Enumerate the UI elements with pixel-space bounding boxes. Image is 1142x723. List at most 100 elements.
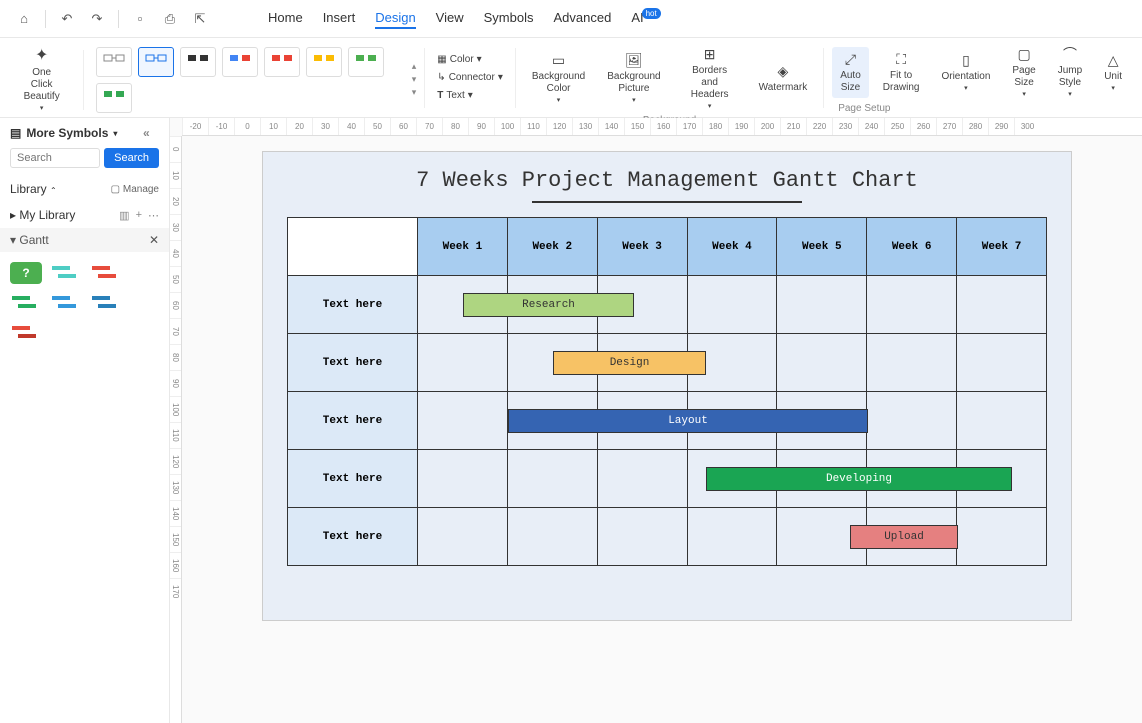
gantt-cell[interactable] xyxy=(597,276,687,334)
tab-view[interactable]: View xyxy=(436,8,464,29)
auto-size-button[interactable]: ⤢Auto Size xyxy=(832,47,869,98)
borders-button[interactable]: ⊞Borders and Headers▾ xyxy=(675,42,745,115)
watermark-button[interactable]: ◈Watermark xyxy=(751,59,816,98)
gantt-row-label[interactable]: Text here xyxy=(288,392,418,450)
my-library-item[interactable]: ▸ My Library xyxy=(10,208,75,222)
gantt-cell[interactable] xyxy=(507,508,597,566)
canvas[interactable]: 7 Weeks Project Management Gantt Chart W… xyxy=(182,136,1142,723)
gantt-cell[interactable]: Layout xyxy=(418,392,508,450)
gantt-cell[interactable] xyxy=(597,392,687,450)
gantt-cell[interactable]: Design xyxy=(418,334,508,392)
export-icon[interactable]: ⇱ xyxy=(188,7,212,31)
gantt-cell[interactable] xyxy=(957,508,1047,566)
beautify-up-icon[interactable]: ▴ xyxy=(412,61,417,72)
more-symbols-label[interactable]: More Symbols xyxy=(26,126,108,140)
gantt-col-header[interactable]: Week 6 xyxy=(867,218,957,276)
lib-grid-icon[interactable]: ▥ xyxy=(119,209,129,222)
tab-advanced[interactable]: Advanced xyxy=(553,8,611,29)
close-section-icon[interactable]: ✕ xyxy=(149,233,159,247)
beautify-style-8[interactable] xyxy=(96,83,132,113)
gantt-col-header[interactable]: Week 2 xyxy=(507,218,597,276)
beautify-style-6[interactable] xyxy=(306,47,342,77)
gantt-col-header[interactable]: Week 1 xyxy=(418,218,508,276)
gantt-col-header[interactable]: Week 5 xyxy=(777,218,867,276)
gantt-cell[interactable] xyxy=(867,508,957,566)
gantt-cell[interactable] xyxy=(687,334,777,392)
gantt-cell[interactable] xyxy=(957,450,1047,508)
lib-more-icon[interactable]: ⋯ xyxy=(148,209,159,222)
gantt-cell[interactable] xyxy=(687,392,777,450)
search-button[interactable]: Search xyxy=(104,148,159,168)
bg-color-button[interactable]: ▭Background Color▾ xyxy=(524,48,593,109)
gantt-cell[interactable] xyxy=(597,450,687,508)
gantt-cell[interactable] xyxy=(867,392,957,450)
gantt-row-label[interactable]: Text here xyxy=(288,508,418,566)
gantt-cell[interactable] xyxy=(867,450,957,508)
search-input[interactable] xyxy=(10,148,100,168)
beautify-style-7[interactable] xyxy=(348,47,384,77)
gantt-col-header[interactable]: Week 4 xyxy=(687,218,777,276)
gantt-cell[interactable] xyxy=(777,508,867,566)
collapse-sidebar-icon[interactable]: « xyxy=(143,126,159,140)
shape-gantt-4[interactable] xyxy=(50,292,82,314)
gantt-row-label[interactable]: Text here xyxy=(288,334,418,392)
gantt-cell[interactable]: Developing xyxy=(418,450,508,508)
gantt-cell[interactable] xyxy=(777,392,867,450)
shape-gantt-1[interactable] xyxy=(50,262,82,284)
shape-gantt-5[interactable] xyxy=(90,292,122,314)
gantt-cell[interactable] xyxy=(777,334,867,392)
lib-add-icon[interactable]: + xyxy=(136,209,142,222)
beautify-style-4[interactable] xyxy=(222,47,258,77)
redo-icon[interactable]: ↷ xyxy=(85,7,109,31)
tab-design[interactable]: Design xyxy=(375,8,415,29)
gantt-cell[interactable] xyxy=(777,276,867,334)
gantt-section-label[interactable]: Gantt xyxy=(19,233,48,247)
gantt-cell[interactable] xyxy=(957,392,1047,450)
page[interactable]: 7 Weeks Project Management Gantt Chart W… xyxy=(262,151,1072,621)
shape-gantt-2[interactable] xyxy=(90,262,122,284)
beautify-style-5[interactable] xyxy=(264,47,300,77)
shape-gantt-6[interactable] xyxy=(10,322,42,344)
tab-ai[interactable]: AIhot xyxy=(631,8,662,29)
gantt-cell[interactable] xyxy=(507,276,597,334)
bg-picture-button[interactable]: 🖼Background Picture▾ xyxy=(599,48,668,109)
tab-symbols[interactable]: Symbols xyxy=(484,8,534,29)
gantt-cell[interactable] xyxy=(597,334,687,392)
undo-icon[interactable]: ↶ xyxy=(55,7,79,31)
shape-gantt-3[interactable] xyxy=(10,292,42,314)
gantt-cell[interactable] xyxy=(507,392,597,450)
beautify-style-2[interactable] xyxy=(138,47,174,77)
gantt-col-header[interactable]: Week 7 xyxy=(957,218,1047,276)
chart-title[interactable]: 7 Weeks Project Management Gantt Chart xyxy=(263,152,1071,201)
home-icon[interactable]: ⌂ xyxy=(12,7,36,31)
beautify-style-3[interactable] xyxy=(180,47,216,77)
gantt-cell[interactable] xyxy=(957,334,1047,392)
library-label[interactable]: Library xyxy=(10,182,47,196)
gantt-cell[interactable] xyxy=(957,276,1047,334)
connector-button[interactable]: ↳ Connector ▾ xyxy=(433,70,507,85)
gantt-cell[interactable]: Research xyxy=(418,276,508,334)
color-button[interactable]: ▦ Color ▾ xyxy=(433,52,507,67)
shape-help[interactable]: ? xyxy=(10,262,42,284)
unit-button[interactable]: △Unit▾ xyxy=(1096,48,1130,97)
gantt-cell[interactable] xyxy=(597,508,687,566)
orientation-button[interactable]: ▯Orientation▾ xyxy=(933,48,998,97)
print-icon[interactable]: ⎙ xyxy=(158,7,182,31)
page-size-button[interactable]: ▢Page Size▾ xyxy=(1004,42,1043,103)
gantt-cell[interactable]: Upload xyxy=(418,508,508,566)
gantt-table[interactable]: Week 1Week 2Week 3Week 4Week 5Week 6Week… xyxy=(287,217,1047,566)
save-icon[interactable]: ▫ xyxy=(128,7,152,31)
fit-drawing-button[interactable]: ⛶Fit to Drawing xyxy=(875,47,928,98)
gantt-cell[interactable] xyxy=(867,276,957,334)
tab-insert[interactable]: Insert xyxy=(323,8,356,29)
jump-style-button[interactable]: ⌒Jump Style▾ xyxy=(1050,42,1090,103)
gantt-cell[interactable] xyxy=(687,450,777,508)
gantt-col-header[interactable]: Week 3 xyxy=(597,218,687,276)
beautify-down-icon[interactable]: ▾ xyxy=(412,74,417,85)
gantt-cell[interactable] xyxy=(777,450,867,508)
beautify-more-icon[interactable]: ▾ xyxy=(412,87,417,98)
gantt-cell[interactable] xyxy=(867,334,957,392)
gantt-cell[interactable] xyxy=(507,334,597,392)
tab-home[interactable]: Home xyxy=(268,8,303,29)
gantt-cell[interactable] xyxy=(687,508,777,566)
